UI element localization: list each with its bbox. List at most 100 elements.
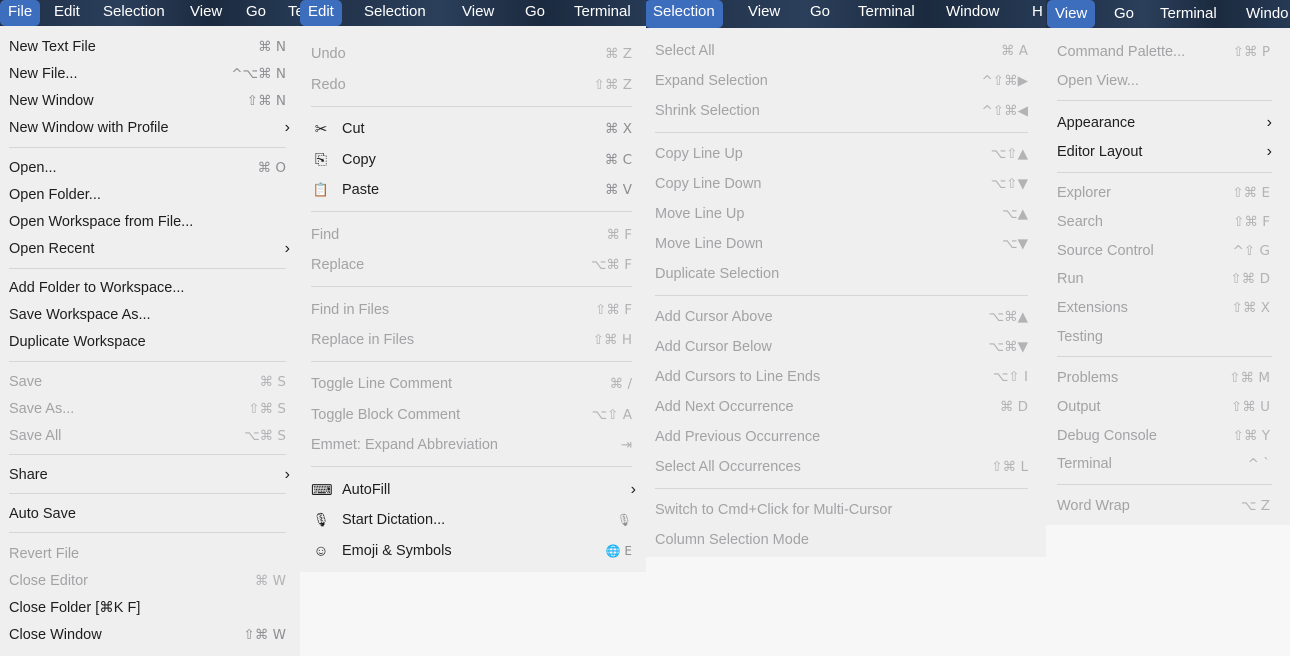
menubar-edit[interactable]: Edit — [300, 0, 342, 26]
menu-item-select-all[interactable]: Select All ⌘ A — [646, 37, 1046, 65]
menubar: File Edit Selection View Go Te — [0, 0, 300, 26]
menu-item-add-folder-to-workspace[interactable]: Add Folder to Workspace... — [0, 275, 300, 301]
menu-item-new-window-with-profile[interactable]: New Window with Profile › — [0, 115, 300, 141]
menu-item-duplicate-workspace[interactable]: Duplicate Workspace — [0, 329, 300, 355]
menu-item-copy-line-down[interactable]: Copy Line Down ⌥⇧▼ — [646, 170, 1046, 198]
menu-item-replace-in-files[interactable]: Replace in Files ⇧⌘ H — [300, 326, 646, 354]
menu-item-output[interactable]: Output ⇧⌘ U — [1046, 394, 1290, 420]
menu-item-debug-console[interactable]: Debug Console ⇧⌘ Y — [1046, 423, 1290, 449]
menubar-window[interactable]: Windo — [1246, 0, 1289, 26]
menubar-view[interactable]: View — [190, 0, 222, 26]
menu-item-share[interactable]: Share › — [0, 462, 300, 488]
menu-item-undo[interactable]: Undo ⌘ Z — [300, 40, 646, 68]
edit-menu: Undo ⌘ Z Redo ⇧⌘ Z ✂ Cut ⌘ X ⎘ Copy ⌘ C 📋 Paste… — [300, 26, 646, 572]
menubar-terminal[interactable]: Terminal — [574, 0, 631, 26]
menubar-go[interactable]: Go — [810, 0, 830, 26]
menu-item-replace[interactable]: Replace ⌥⌘ F — [300, 251, 646, 279]
menu-item-problems[interactable]: Problems ⇧⌘ M — [1046, 365, 1290, 391]
menu-item-save[interactable]: Save ⌘ S — [0, 369, 300, 395]
menu-item-emmet-expand[interactable]: Emmet: Expand Abbreviation ⇥ — [300, 431, 646, 459]
menu-item-label: Command Palette... — [1057, 44, 1186, 60]
menu-item-new-window[interactable]: New Window ⇧⌘ N — [0, 88, 300, 114]
chevron-right-icon: › — [284, 466, 290, 483]
menu-item-editor-layout[interactable]: Editor Layout › — [1046, 139, 1290, 165]
menu-item-search[interactable]: Search ⇧⌘ F — [1046, 209, 1290, 235]
menu-item-label: Column Selection Mode — [655, 532, 809, 548]
menu-item-open-recent[interactable]: Open Recent › — [0, 236, 300, 262]
shortcut: ⇧⌘ U — [1231, 399, 1270, 415]
menu-item-open[interactable]: Open... ⌘ O — [0, 155, 300, 181]
menu-item-paste[interactable]: 📋 Paste ⌘ V — [300, 176, 646, 204]
menu-item-emoji-symbols[interactable]: ☺ Emoji & Symbols 🌐 E — [300, 537, 646, 565]
menu-item-find-in-files[interactable]: Find in Files ⇧⌘ F — [300, 296, 646, 324]
menubar-terminal[interactable]: Terminal — [858, 0, 915, 26]
menubar-terminal[interactable]: Terminal — [1160, 0, 1217, 26]
menu-item-find[interactable]: Find ⌘ F — [300, 221, 646, 249]
menu-item-toggle-line-comment[interactable]: Toggle Line Comment ⌘ / — [300, 370, 646, 398]
menu-item-run[interactable]: Run ⇧⌘ D — [1046, 266, 1290, 292]
menu-item-explorer[interactable]: Explorer ⇧⌘ E — [1046, 180, 1290, 206]
menu-item-new-text-file[interactable]: New Text File ⌘ N — [0, 34, 300, 60]
menubar: Edit Selection View Go Terminal — [300, 0, 646, 26]
menu-item-word-wrap[interactable]: Word Wrap ⌥ Z — [1046, 493, 1290, 519]
menubar-view[interactable]: View — [748, 0, 780, 26]
menu-item-save-all[interactable]: Save All ⌥⌘ S — [0, 423, 300, 449]
menu-item-save-as[interactable]: Save As... ⇧⌘ S — [0, 396, 300, 422]
menu-item-save-workspace-as[interactable]: Save Workspace As... — [0, 302, 300, 328]
menu-item-redo[interactable]: Redo ⇧⌘ Z — [300, 71, 646, 99]
menu-item-appearance[interactable]: Appearance › — [1046, 110, 1290, 136]
menu-item-start-dictation[interactable]: 🎙 Start Dictation... 🎙 — [300, 506, 646, 534]
menu-item-close-window[interactable]: Close Window ⇧⌘ W — [0, 622, 300, 648]
menu-item-terminal[interactable]: Terminal ^ ` — [1046, 451, 1290, 477]
menubar-file[interactable]: File — [0, 0, 41, 26]
menu-item-autofill[interactable]: ⌨ AutoFill › — [300, 476, 646, 504]
menubar-selection[interactable]: Selection — [103, 0, 165, 26]
menubar: View Go Terminal Windo — [1046, 0, 1290, 28]
shortcut: ⇧⌘ M — [1229, 370, 1270, 386]
separator — [1057, 172, 1272, 173]
menu-item-copy-line-up[interactable]: Copy Line Up ⌥⇧▲ — [646, 140, 1046, 168]
menu-item-duplicate-selection[interactable]: Duplicate Selection — [646, 260, 1046, 288]
menu-item-new-file[interactable]: New File... ^⌥⌘ N — [0, 61, 300, 87]
menu-item-expand-selection[interactable]: Expand Selection ^⇧⌘▶ — [646, 67, 1046, 95]
menu-item-label: AutoFill — [342, 482, 391, 498]
menubar-help[interactable]: H — [1032, 0, 1043, 26]
menu-item-switch-cmd-click[interactable]: Switch to Cmd+Click for Multi-Cursor — [646, 496, 1046, 524]
menubar-terminal[interactable]: Te — [288, 0, 300, 26]
menubar-view[interactable]: View — [1047, 0, 1096, 28]
menubar-selection[interactable]: Selection — [646, 0, 723, 28]
menubar-go[interactable]: Go — [1114, 0, 1134, 26]
menu-item-close-folder[interactable]: Close Folder [⌘K F] — [0, 595, 300, 621]
menu-item-open-folder[interactable]: Open Folder... — [0, 182, 300, 208]
menu-item-close-editor[interactable]: Close Editor ⌘ W — [0, 568, 300, 594]
menu-item-copy[interactable]: ⎘ Copy ⌘ C — [300, 146, 646, 174]
menubar-view[interactable]: View — [462, 0, 494, 26]
menubar-window[interactable]: Window — [946, 0, 999, 26]
menu-item-add-cursors-line-ends[interactable]: Add Cursors to Line Ends ⌥⇧ I — [646, 363, 1046, 391]
menu-item-select-all-occurrences[interactable]: Select All Occurrences ⇧⌘ L — [646, 453, 1046, 481]
menu-item-revert-file[interactable]: Revert File — [0, 541, 300, 567]
menu-item-add-cursor-above[interactable]: Add Cursor Above ⌥⌘▲ — [646, 303, 1046, 331]
menu-item-testing[interactable]: Testing — [1046, 324, 1290, 350]
shortcut: ^⇧⌘◀ — [981, 103, 1028, 119]
menu-item-move-line-down[interactable]: Move Line Down ⌥▼ — [646, 230, 1046, 258]
menu-item-add-previous-occurrence[interactable]: Add Previous Occurrence — [646, 423, 1046, 451]
menu-item-toggle-block-comment[interactable]: Toggle Block Comment ⌥⇧ A — [300, 401, 646, 429]
menubar-edit[interactable]: Edit — [54, 0, 80, 26]
menu-item-shrink-selection[interactable]: Shrink Selection ^⇧⌘◀ — [646, 97, 1046, 125]
menu-item-open-workspace[interactable]: Open Workspace from File... — [0, 209, 300, 235]
menubar-go[interactable]: Go — [525, 0, 545, 26]
menu-item-add-next-occurrence[interactable]: Add Next Occurrence ⌘ D — [646, 393, 1046, 421]
menu-item-move-line-up[interactable]: Move Line Up ⌥▲ — [646, 200, 1046, 228]
menu-item-open-view[interactable]: Open View... — [1046, 68, 1290, 94]
menu-item-add-cursor-below[interactable]: Add Cursor Below ⌥⌘▼ — [646, 333, 1046, 361]
menubar-go[interactable]: Go — [246, 0, 266, 26]
menu-item-source-control[interactable]: Source Control ^⇧ G — [1046, 238, 1290, 264]
menu-item-auto-save[interactable]: Auto Save — [0, 501, 300, 527]
menu-item-command-palette[interactable]: Command Palette... ⇧⌘ P — [1046, 39, 1290, 65]
menu-item-extensions[interactable]: Extensions ⇧⌘ X — [1046, 295, 1290, 321]
menu-item-cut[interactable]: ✂ Cut ⌘ X — [300, 115, 646, 143]
menubar-selection[interactable]: Selection — [364, 0, 426, 26]
menu-item-column-selection-mode[interactable]: Column Selection Mode — [646, 526, 1046, 554]
shortcut: ⌥⇧ A — [591, 407, 632, 423]
